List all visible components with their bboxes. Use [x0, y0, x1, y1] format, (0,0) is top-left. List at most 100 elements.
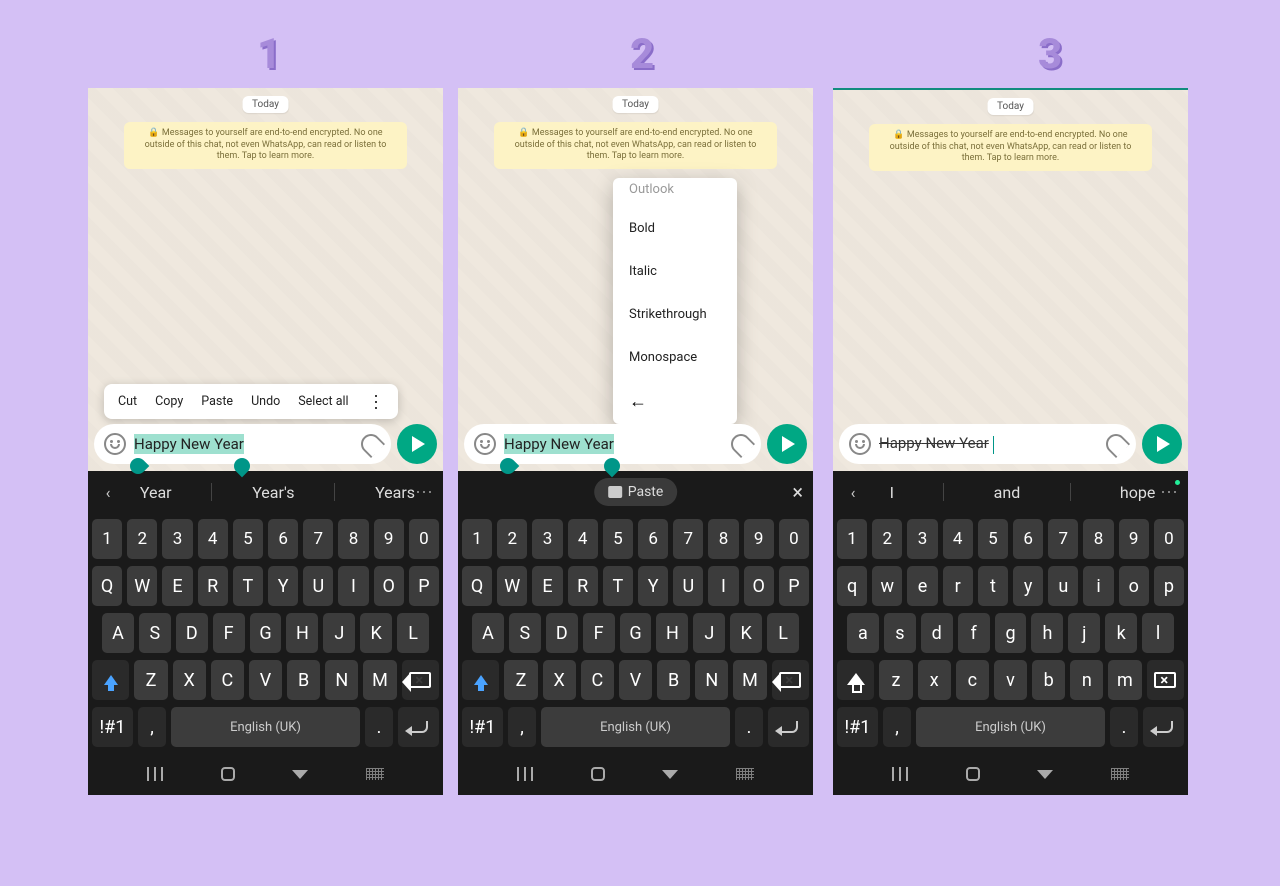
key-Z[interactable]: Z — [504, 660, 537, 700]
nav-keyboard-icon[interactable] — [736, 768, 754, 780]
key-5[interactable]: 5 — [978, 519, 1008, 559]
key-s[interactable]: s — [884, 613, 916, 653]
key-4[interactable]: 4 — [943, 519, 973, 559]
nav-recent-icon[interactable] — [147, 767, 163, 781]
key-Z[interactable]: Z — [134, 660, 167, 700]
key-H[interactable]: H — [286, 613, 318, 653]
key-Y[interactable]: Y — [268, 566, 298, 606]
key-f[interactable]: f — [958, 613, 990, 653]
key-9[interactable]: 9 — [374, 519, 404, 559]
key-6[interactable]: 6 — [1013, 519, 1043, 559]
key-8[interactable]: 8 — [1083, 519, 1113, 559]
key-E[interactable]: E — [532, 566, 562, 606]
key-N[interactable]: N — [325, 660, 358, 700]
encryption-banner[interactable]: 🔒 Messages to yourself are end-to-end en… — [869, 124, 1152, 171]
key-G[interactable]: G — [250, 613, 282, 653]
key-0[interactable]: 0 — [779, 519, 809, 559]
key-D[interactable]: D — [176, 613, 208, 653]
key-F[interactable]: F — [213, 613, 245, 653]
key-N[interactable]: N — [695, 660, 728, 700]
key-g[interactable]: g — [995, 613, 1027, 653]
key-j[interactable]: j — [1068, 613, 1100, 653]
suggestion-3[interactable]: hope — [1120, 483, 1155, 502]
comma-key[interactable]: , — [138, 707, 166, 747]
key-G[interactable]: G — [620, 613, 652, 653]
key-a[interactable]: a — [847, 613, 879, 653]
ctx-paste[interactable]: Paste — [201, 394, 233, 409]
key-3[interactable]: 3 — [532, 519, 562, 559]
fmt-bold[interactable]: Bold — [613, 207, 737, 250]
key-O[interactable]: O — [374, 566, 404, 606]
key-X[interactable]: X — [173, 660, 206, 700]
backspace-key[interactable] — [402, 660, 439, 700]
key-C[interactable]: C — [211, 660, 244, 700]
key-E[interactable]: E — [162, 566, 192, 606]
shift-key[interactable] — [837, 660, 874, 700]
key-6[interactable]: 6 — [268, 519, 298, 559]
emoji-icon[interactable] — [474, 433, 496, 455]
message-input[interactable]: Happy New Year — [94, 424, 391, 464]
key-3[interactable]: 3 — [907, 519, 937, 559]
nav-down-icon[interactable] — [292, 770, 308, 779]
key-y[interactable]: y — [1013, 566, 1043, 606]
shift-key[interactable] — [462, 660, 499, 700]
attach-icon[interactable] — [727, 430, 755, 458]
fmt-italic[interactable]: Italic — [613, 250, 737, 293]
key-e[interactable]: e — [907, 566, 937, 606]
key-H[interactable]: H — [656, 613, 688, 653]
key-x[interactable]: x — [918, 660, 951, 700]
key-O[interactable]: O — [744, 566, 774, 606]
key-P[interactable]: P — [409, 566, 439, 606]
key-T[interactable]: T — [233, 566, 263, 606]
key-L[interactable]: L — [767, 613, 799, 653]
ctx-select-all[interactable]: Select all — [298, 394, 348, 409]
key-V[interactable]: V — [249, 660, 282, 700]
comma-key[interactable]: , — [883, 707, 911, 747]
comma-key[interactable]: , — [508, 707, 536, 747]
key-t[interactable]: t — [978, 566, 1008, 606]
key-7[interactable]: 7 — [303, 519, 333, 559]
symbols-key[interactable]: !#1 — [837, 707, 878, 747]
nav-home-icon[interactable] — [221, 767, 235, 781]
key-u[interactable]: u — [1048, 566, 1078, 606]
fmt-top-cutoff[interactable]: Outlook — [613, 178, 737, 207]
ctx-copy[interactable]: Copy — [155, 394, 183, 409]
key-d[interactable]: d — [921, 613, 953, 653]
sugg-back-icon[interactable]: ‹ — [841, 483, 865, 502]
key-o[interactable]: o — [1119, 566, 1149, 606]
key-k[interactable]: k — [1105, 613, 1137, 653]
suggestion-2[interactable]: and — [994, 483, 1021, 502]
key-P[interactable]: P — [779, 566, 809, 606]
key-I[interactable]: I — [338, 566, 368, 606]
encryption-banner[interactable]: 🔒 Messages to yourself are end-to-end en… — [124, 122, 407, 169]
suggestion-1[interactable]: I — [890, 483, 894, 502]
key-8[interactable]: 8 — [338, 519, 368, 559]
key-0[interactable]: 0 — [409, 519, 439, 559]
key-B[interactable]: B — [657, 660, 690, 700]
key-D[interactable]: D — [546, 613, 578, 653]
send-button[interactable] — [1142, 424, 1182, 464]
nav-home-icon[interactable] — [966, 767, 980, 781]
sugg-close-icon[interactable]: × — [792, 480, 803, 504]
key-2[interactable]: 2 — [872, 519, 902, 559]
key-6[interactable]: 6 — [638, 519, 668, 559]
key-7[interactable]: 7 — [1048, 519, 1078, 559]
key-b[interactable]: b — [1032, 660, 1065, 700]
key-p[interactable]: p — [1154, 566, 1184, 606]
key-J[interactable]: J — [693, 613, 725, 653]
key-l[interactable]: l — [1142, 613, 1174, 653]
key-2[interactable]: 2 — [127, 519, 157, 559]
key-Y[interactable]: Y — [638, 566, 668, 606]
key-2[interactable]: 2 — [497, 519, 527, 559]
key-9[interactable]: 9 — [744, 519, 774, 559]
message-text[interactable]: Happy New Year — [879, 434, 994, 453]
key-F[interactable]: F — [583, 613, 615, 653]
sugg-back-icon[interactable]: ‹ — [96, 483, 120, 502]
key-W[interactable]: W — [127, 566, 157, 606]
key-R[interactable]: R — [198, 566, 228, 606]
fmt-monospace[interactable]: Monospace — [613, 336, 737, 379]
suggestion-2[interactable]: Year's — [252, 483, 294, 502]
nav-keyboard-icon[interactable] — [366, 768, 384, 780]
nav-home-icon[interactable] — [591, 767, 605, 781]
suggestion-1[interactable]: Year — [140, 483, 172, 502]
